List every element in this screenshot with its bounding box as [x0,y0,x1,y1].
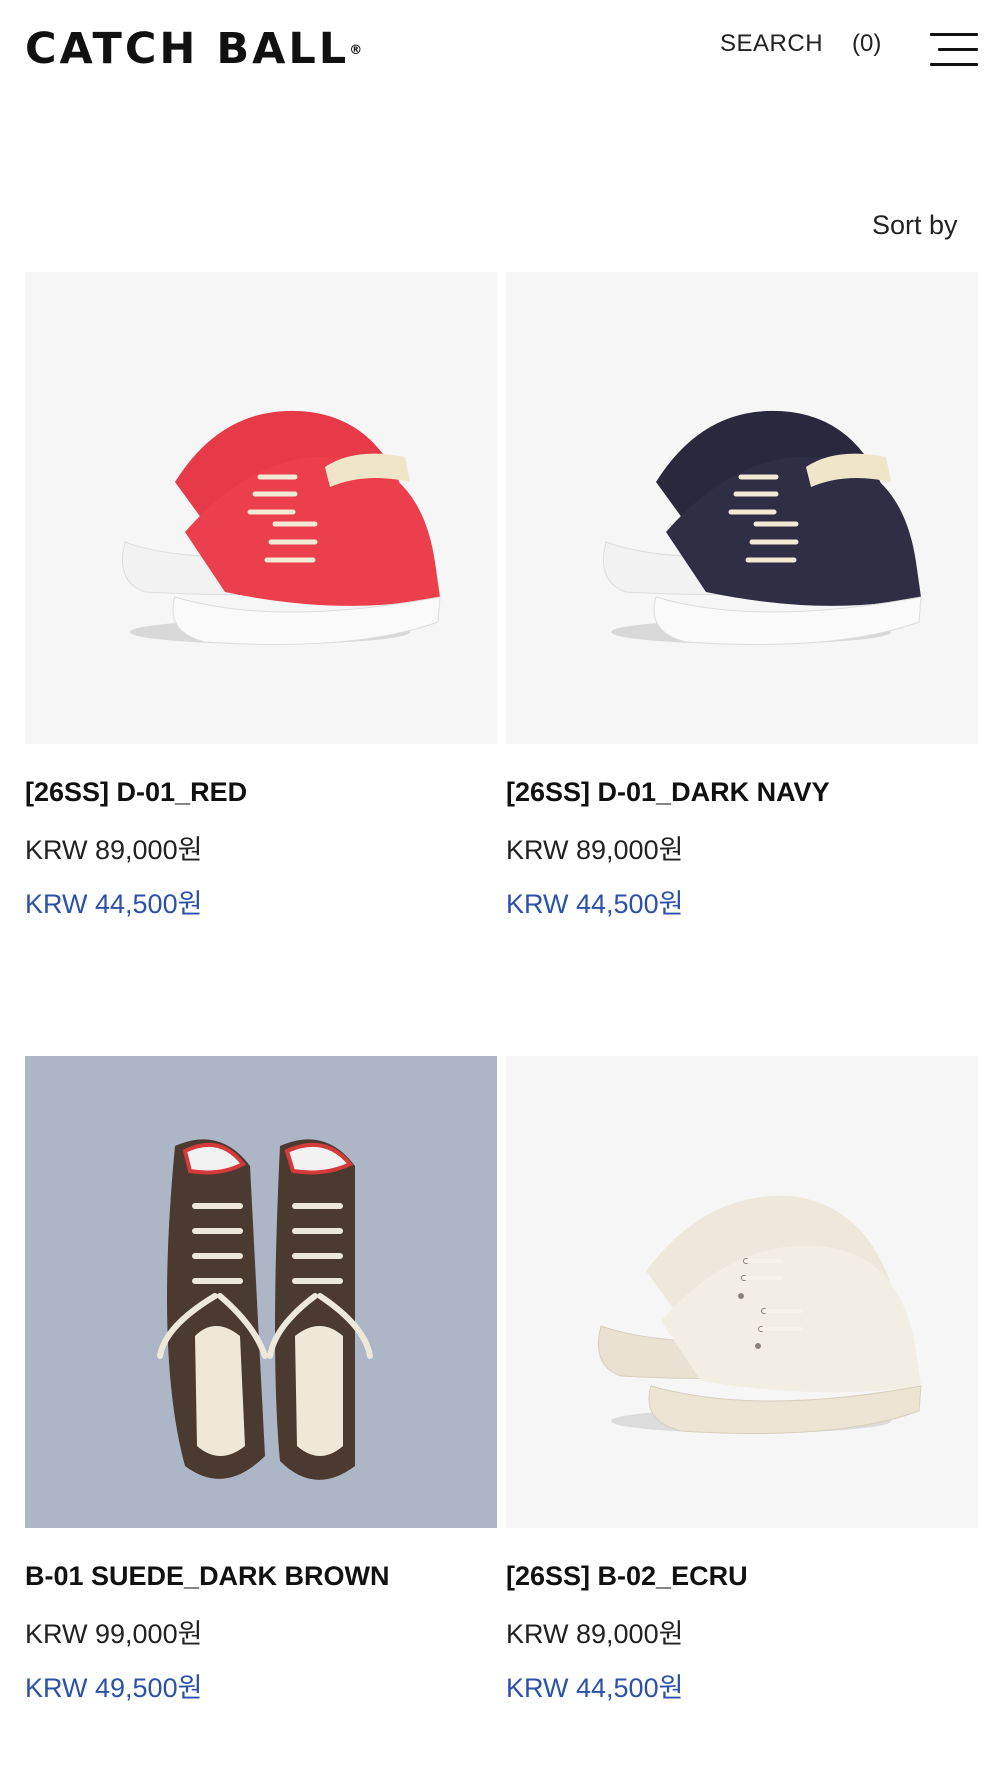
product-card[interactable]: [26SS] B-02_ECRU KRW 89,000원 KRW 44,500원 [506,1056,978,1703]
sneaker-ecru-illustration [598,1195,922,1434]
product-price: KRW 89,000원 [506,835,684,865]
product-name[interactable]: [26SS] B-02_ECRU [506,1561,748,1592]
product-price: KRW 99,000원 [25,1619,203,1649]
sneaker-brown-suede-illustration [157,1139,373,1480]
sort-by-button[interactable]: Sort by [872,210,958,241]
product-image[interactable] [25,1056,497,1528]
product-price: KRW 89,000원 [25,835,203,865]
product-sale-price: KRW 44,500원 [506,1673,684,1703]
product-card[interactable]: [26SS] D-01_RED KRW 89,000원 KRW 44,500원 [25,272,497,919]
brand-logo[interactable]: CATCH BALL® [25,26,362,72]
product-name[interactable]: [26SS] D-01_DARK NAVY [506,777,830,808]
product-image[interactable] [506,1056,978,1528]
product-sale-price: KRW 44,500원 [25,889,203,919]
product-image[interactable] [25,272,497,744]
sneaker-navy-illustration [603,410,922,645]
product-name[interactable]: B-01 SUEDE_DARK BROWN [25,1561,390,1592]
product-image[interactable] [506,272,978,744]
search-link[interactable]: SEARCH [720,30,823,58]
cart-link[interactable]: (0) [852,30,881,58]
hamburger-menu-icon[interactable] [930,33,978,67]
product-card[interactable]: [26SS] D-01_DARK NAVY KRW 89,000원 KRW 44… [506,272,978,919]
product-sale-price: KRW 44,500원 [506,889,684,919]
product-sale-price: KRW 49,500원 [25,1673,203,1703]
sneaker-red-illustration [122,410,441,645]
product-price: KRW 89,000원 [506,1619,684,1649]
header: CATCH BALL® SEARCH (0) [0,0,1000,100]
product-card[interactable]: B-01 SUEDE_DARK BROWN KRW 99,000원 KRW 49… [25,1056,497,1703]
product-name[interactable]: [26SS] D-01_RED [25,777,247,808]
